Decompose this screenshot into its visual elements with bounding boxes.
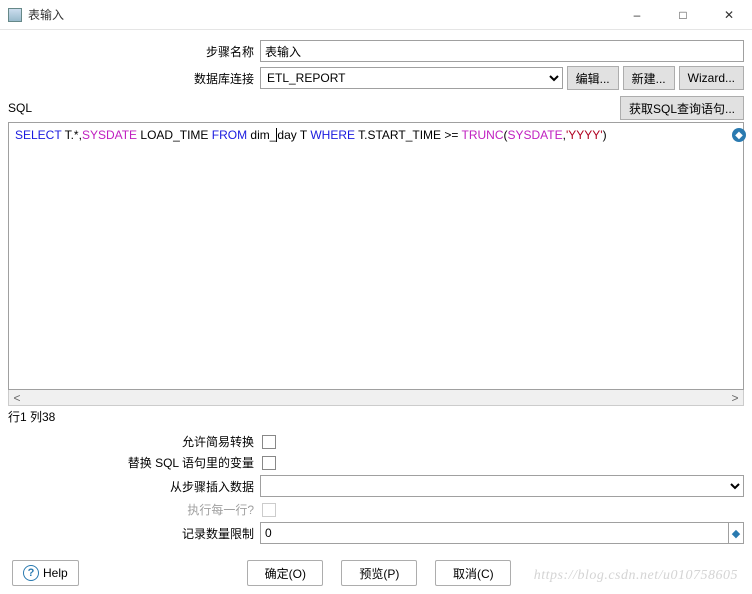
help-label: Help xyxy=(43,566,68,580)
app-icon xyxy=(8,8,22,22)
sql-label: SQL xyxy=(8,101,616,115)
maximize-button[interactable]: □ xyxy=(660,0,706,30)
record-limit-input[interactable] xyxy=(260,522,728,544)
lazy-conversion-checkbox[interactable] xyxy=(262,435,276,449)
expand-icon[interactable]: ◆ xyxy=(732,128,746,142)
from-step-label: 从步骤插入数据 xyxy=(8,478,260,495)
scroll-right-icon[interactable]: > xyxy=(727,390,743,406)
close-button[interactable]: ✕ xyxy=(706,0,752,30)
minimize-button[interactable]: – xyxy=(614,0,660,30)
from-step-select[interactable] xyxy=(260,475,744,497)
sql-editor[interactable]: SELECT T.*,SYSDATE LOAD_TIME FROM dim_da… xyxy=(8,122,744,390)
record-limit-label: 记录数量限制 xyxy=(8,525,260,542)
preview-button[interactable]: 预览(P) xyxy=(341,560,417,586)
ok-button[interactable]: 确定(O) xyxy=(247,560,323,586)
help-icon: ? xyxy=(23,565,39,581)
record-limit-spinner[interactable]: ◆ xyxy=(728,522,744,544)
exec-each-row-label: 执行每一行? xyxy=(8,501,260,518)
step-name-label: 步骤名称 xyxy=(8,43,260,60)
window-title: 表输入 xyxy=(28,6,614,23)
cancel-button[interactable]: 取消(C) xyxy=(435,560,511,586)
replace-vars-checkbox[interactable] xyxy=(262,456,276,470)
db-connection-select[interactable]: ETL_REPORT xyxy=(260,67,563,89)
get-sql-button[interactable]: 获取SQL查询语句... xyxy=(620,96,744,120)
help-button[interactable]: ? Help xyxy=(12,560,79,586)
lazy-conversion-label: 允许简易转换 xyxy=(8,433,260,450)
edit-connection-button[interactable]: 编辑... xyxy=(567,66,619,90)
exec-each-row-checkbox xyxy=(262,503,276,517)
scroll-left-icon[interactable]: < xyxy=(9,390,25,406)
step-name-input[interactable] xyxy=(260,40,744,62)
db-connection-label: 数据库连接 xyxy=(8,70,260,87)
title-bar: 表输入 – □ ✕ xyxy=(0,0,752,30)
replace-vars-label: 替换 SQL 语句里的变量 xyxy=(8,454,260,471)
new-connection-button[interactable]: 新建... xyxy=(623,66,675,90)
sql-horizontal-scrollbar[interactable]: < > xyxy=(8,390,744,406)
dialog-footer: ? Help 确定(O) 预览(P) 取消(C) xyxy=(0,552,752,594)
cursor-status: 行1 列38 xyxy=(8,408,744,425)
wizard-button[interactable]: Wizard... xyxy=(679,66,744,90)
